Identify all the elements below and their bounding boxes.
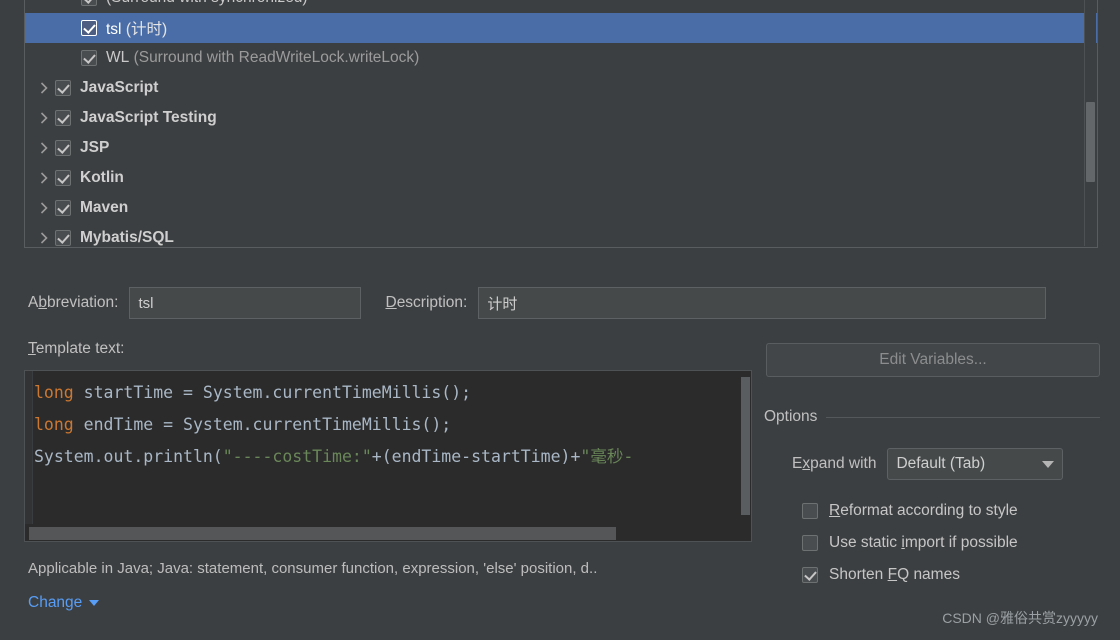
tree-checkbox[interactable] (81, 0, 97, 6)
edit-variables-button[interactable]: Edit Variables... (766, 343, 1100, 377)
template-text-editor[interactable]: long startTime = System.currentTimeMilli… (24, 370, 752, 542)
tree-group-label: JSP (80, 139, 110, 156)
code-string: "毫秒- (580, 447, 634, 466)
option-label: Shorten FQ names (829, 566, 960, 583)
tree-row-label: (Surround with synchronized) (106, 0, 308, 7)
chevron-down-icon[interactable] (89, 600, 100, 606)
tree-group-mybatis-sql[interactable]: Mybatis/SQL (25, 223, 1097, 247)
description-input[interactable] (478, 287, 1047, 319)
tree-row-partial[interactable]: (Surround with synchronized) (25, 0, 1097, 13)
description-label: Description: (385, 294, 468, 311)
tree-checkbox-tsl[interactable] (81, 20, 97, 36)
applicable-context-text: Applicable in Java; Java: statement, con… (28, 560, 598, 577)
change-context-link[interactable]: Change (28, 594, 100, 612)
chevron-right-icon[interactable] (33, 142, 55, 154)
chevron-right-icon[interactable] (33, 232, 55, 244)
code-plain: System.out.println( (34, 447, 223, 466)
editor-horizontal-scrollbar-thumb[interactable] (29, 527, 616, 540)
editor-gutter (25, 371, 33, 541)
checkbox-static-import[interactable] (802, 535, 818, 551)
checkbox-shorten-fq-names[interactable] (802, 567, 818, 583)
expand-with-value: Default (Tab) (896, 455, 986, 472)
abbreviation-input[interactable] (129, 287, 362, 319)
template-text-label: Template text: (28, 340, 125, 357)
tsl-detail: (计时) (125, 21, 168, 38)
tree-group-label: JavaScript Testing (80, 109, 217, 126)
option-label: Use static import if possible (829, 534, 1018, 551)
tree-row-tsl[interactable]: tsl (计时) (25, 13, 1097, 43)
option-shorten-fq-names[interactable]: Shorten FQ names (802, 559, 1018, 591)
tree-checkbox-javascript[interactable] (55, 80, 71, 96)
tree-group-javascript[interactable]: JavaScript (25, 73, 1097, 103)
tree-checkbox-mybatis-sql[interactable] (55, 230, 71, 246)
chevron-right-icon[interactable] (33, 202, 55, 214)
editor-vertical-scrollbar-thumb[interactable] (741, 377, 750, 515)
option-label: Reformat according to style (829, 502, 1018, 519)
tree-group-maven[interactable]: Maven (25, 193, 1097, 223)
tree-group-label: Kotlin (80, 169, 124, 186)
tree-group-label: Maven (80, 199, 129, 216)
tree-row-label-wl: WL (Surround with ReadWriteLock.writeLoc… (106, 49, 419, 67)
code-keyword: long (34, 415, 74, 434)
chevron-right-icon[interactable] (33, 172, 55, 184)
tree-group-jsp[interactable]: JSP (25, 133, 1097, 163)
tree-checkbox-jsp[interactable] (55, 140, 71, 156)
template-code[interactable]: long startTime = System.currentTimeMilli… (34, 377, 739, 473)
change-link-label: Change (28, 594, 83, 611)
tree-row-wl[interactable]: WL (Surround with ReadWriteLock.writeLoc… (25, 43, 1097, 73)
abbreviation-label: Abbreviation: (28, 294, 119, 311)
chevron-right-icon[interactable] (33, 112, 55, 124)
tsl-abbrev: tsl (106, 21, 122, 38)
options-title: Options (764, 408, 818, 425)
wl-detail: (Surround with ReadWriteLock.writeLock) (133, 49, 420, 66)
chevron-down-icon[interactable] (1042, 460, 1055, 468)
option-use-static-import[interactable]: Use static import if possible (802, 527, 1018, 559)
expand-with-row: Expand with Default (Tab) (792, 448, 1064, 480)
option-reformat-according-to-style[interactable]: Reformat according to style (802, 495, 1018, 527)
checkbox-reformat[interactable] (802, 503, 818, 519)
expand-with-select[interactable]: Default (Tab) (887, 448, 1064, 480)
tree-row-label-tsl: tsl (计时) (106, 17, 167, 39)
options-checkbox-list: Reformat according to style Use static i… (802, 495, 1018, 591)
tree-group-javascript-testing[interactable]: JavaScript Testing (25, 103, 1097, 133)
csdn-watermark: CSDN @雅俗共赏zyyyyy (942, 610, 1098, 626)
tree-group-kotlin[interactable]: Kotlin (25, 163, 1097, 193)
tree-checkbox-kotlin[interactable] (55, 170, 71, 186)
tree-checkbox-javascript-testing[interactable] (55, 110, 71, 126)
wl-abbrev: WL (106, 49, 130, 66)
tree-group-label: JavaScript (80, 79, 159, 96)
editor-horizontal-scrollbar[interactable] (25, 524, 751, 541)
tree-checkbox-maven[interactable] (55, 200, 71, 216)
tree-checkbox-wl[interactable] (81, 50, 97, 66)
code-keyword: long (34, 383, 74, 402)
chevron-right-icon[interactable] (33, 82, 55, 94)
options-divider (826, 416, 1100, 418)
abbreviation-description-row: Abbreviation: Description: (28, 286, 1098, 320)
tree-scrollbar[interactable] (1084, 0, 1096, 246)
code-plain: startTime = System.currentTimeMillis(); (73, 383, 472, 402)
code-plain: endTime = System.currentTimeMillis(); (73, 415, 452, 434)
tree-scrollbar-thumb[interactable] (1086, 102, 1095, 182)
tree-list: (Surround with synchronized) tsl (计时) WL… (25, 0, 1097, 247)
tree-group-label: Mybatis/SQL (80, 229, 174, 246)
code-plain: +(endTime-startTime)+ (371, 447, 581, 466)
live-template-tree[interactable]: (Surround with synchronized) tsl (计时) WL… (24, 0, 1098, 248)
code-string: "----costTime:" (222, 447, 372, 466)
options-group-header: Options (764, 408, 1100, 426)
expand-with-label: Expand with (792, 455, 877, 472)
